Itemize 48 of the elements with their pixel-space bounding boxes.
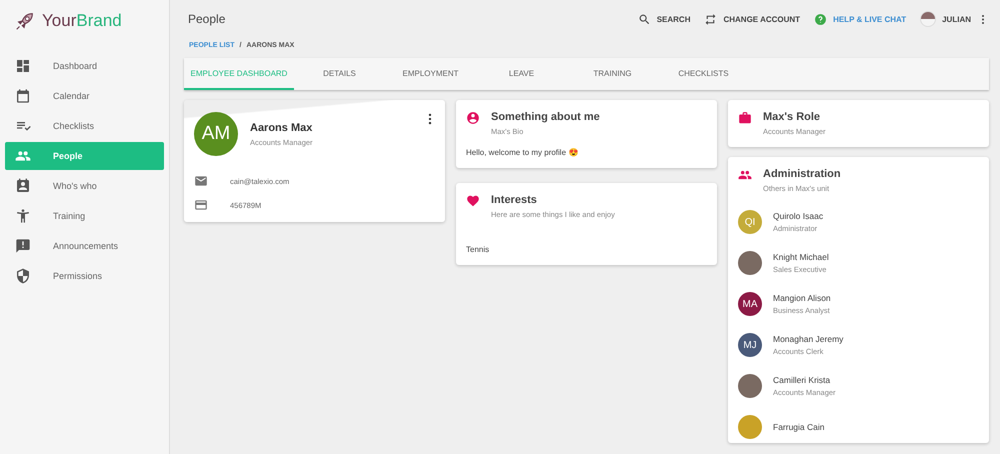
sidebar-item[interactable]: Announcements — [5, 232, 164, 260]
sidebar-item[interactable]: Who's who — [5, 172, 164, 200]
heart-icon — [466, 194, 480, 208]
person-icon — [15, 208, 31, 224]
card-title: Administration — [763, 168, 841, 180]
card-title: Max's Role — [763, 111, 822, 123]
shield-icon — [15, 268, 31, 284]
sidebar-item[interactable]: Training — [5, 202, 164, 230]
card-icon — [194, 198, 208, 212]
avatar: MJ — [738, 333, 762, 357]
sidebar-item[interactable]: Permissions — [5, 262, 164, 290]
card-title: Interests — [491, 194, 538, 206]
contact-card-icon — [15, 178, 31, 194]
mail-icon — [194, 174, 208, 188]
employee-name: Aarons Max — [250, 122, 313, 134]
page-title: People — [187, 12, 226, 26]
change-account-link[interactable]: CHANGE ACCOUNT — [723, 14, 800, 24]
tab[interactable]: LEAVE — [476, 58, 567, 90]
dashboard-icon — [15, 58, 31, 74]
tab[interactable]: CHECKLISTS — [658, 58, 749, 90]
tab[interactable]: TRAINING — [567, 58, 658, 90]
search-icon[interactable] — [638, 12, 651, 26]
photo-placeholder — [738, 374, 762, 398]
avatar: MA — [738, 292, 762, 316]
briefcase-icon — [738, 111, 752, 125]
search-link[interactable]: SEARCH — [656, 14, 690, 24]
member-item[interactable]: Farrugia Cain — [738, 415, 979, 439]
interest-text: Tennis — [466, 245, 490, 254]
user-name[interactable]: JULIAN — [942, 14, 971, 24]
rocket-logo-icon — [14, 10, 36, 32]
tab[interactable]: DETAILS — [294, 58, 385, 90]
sidebar-item[interactable]: Checklists — [5, 112, 164, 140]
sidebar-item[interactable]: Dashboard — [5, 52, 164, 80]
avatar: AM — [194, 112, 238, 156]
calendar-icon — [15, 88, 31, 104]
photo-placeholder — [738, 251, 762, 275]
card-title: Something about me — [491, 111, 600, 123]
sidebar-item[interactable]: Calendar — [5, 82, 164, 110]
help-icon[interactable] — [814, 12, 828, 26]
people-icon — [738, 168, 752, 182]
brand-name: YourBrand — [42, 11, 122, 31]
help-chat-link[interactable]: HELP & LIVE CHAT — [833, 14, 906, 24]
alert-message-icon — [15, 238, 31, 254]
user-avatar[interactable] — [920, 11, 936, 27]
tab[interactable]: EMPLOYMENT — [385, 58, 476, 90]
swap-arrows-icon[interactable] — [704, 12, 718, 26]
avatar: QI — [738, 210, 762, 234]
bio-text: Hello, welcome to my profile 😍 — [466, 148, 580, 157]
